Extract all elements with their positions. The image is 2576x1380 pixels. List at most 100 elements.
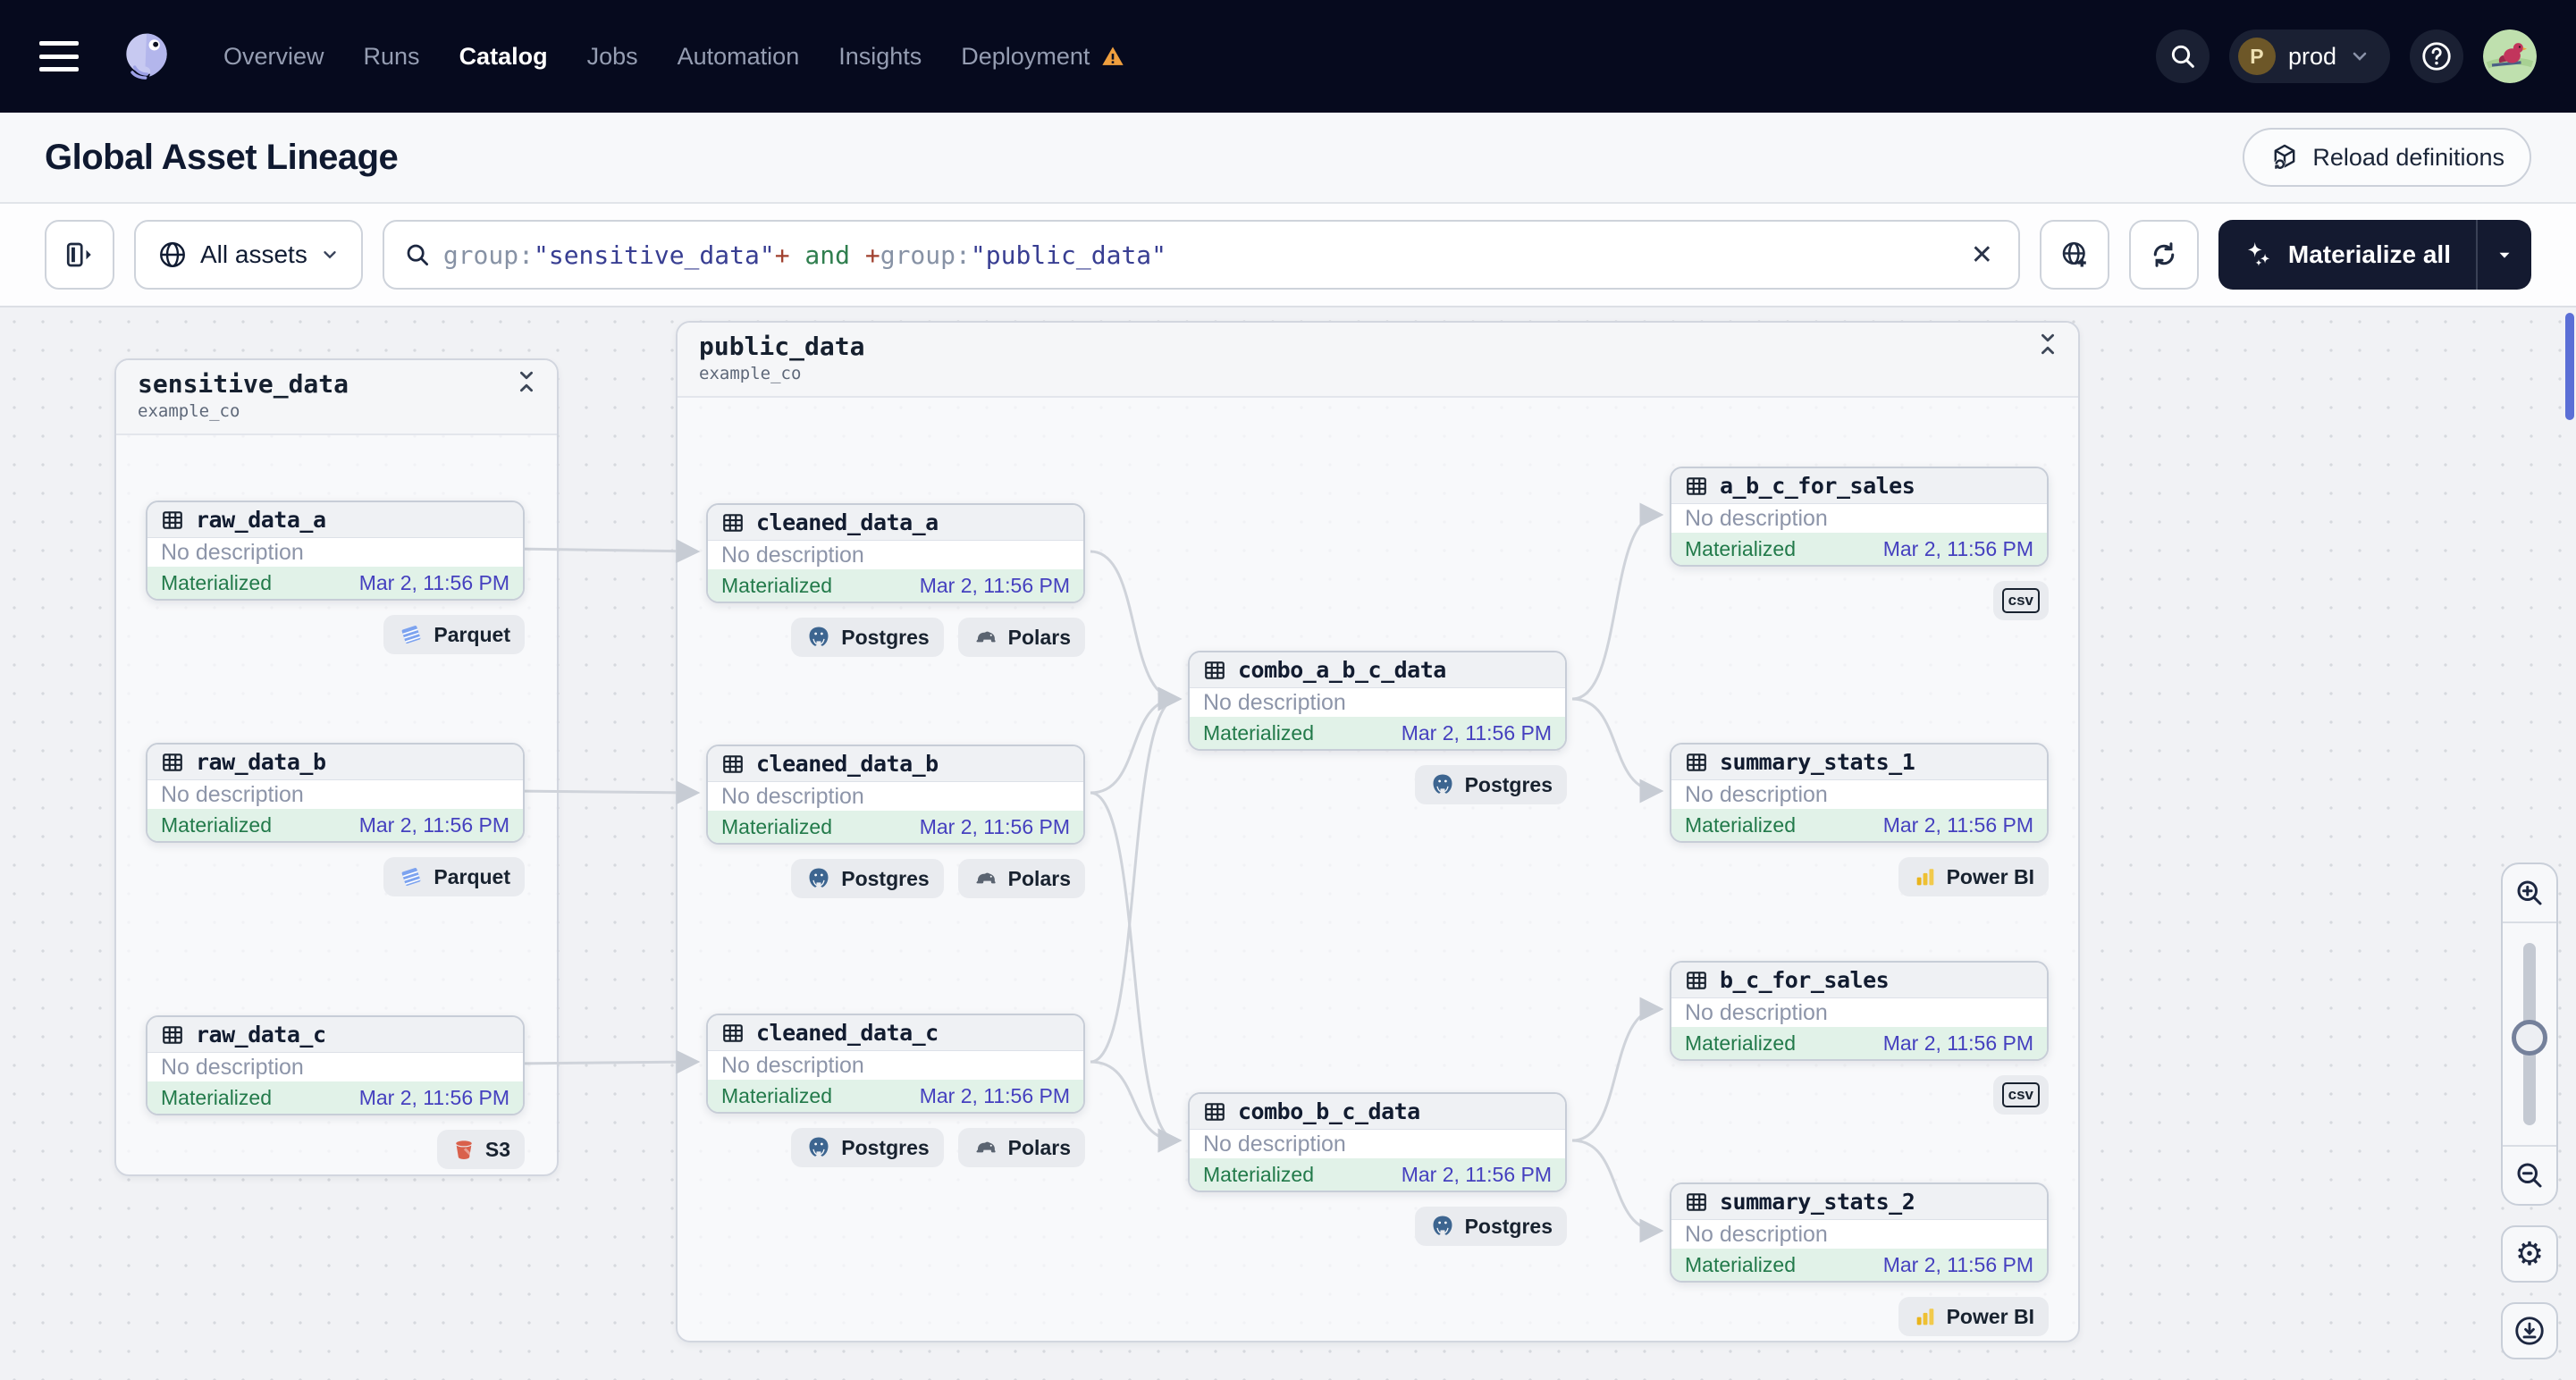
asset-node-raw_data_a[interactable]: raw_data_a No description Materialized M…	[146, 501, 525, 601]
tag-parquet[interactable]: Parquet	[383, 857, 525, 896]
zoom-in-icon[interactable]	[2503, 864, 2556, 923]
asset-status-bar[interactable]: Materialized Mar 2, 11:56 PM	[147, 1081, 523, 1114]
tag-label: Polars	[1007, 866, 1071, 890]
search-icon[interactable]	[2155, 29, 2210, 83]
asset-status-bar[interactable]: Materialized Mar 2, 11:56 PM	[1190, 1158, 1565, 1191]
zoom-out-icon[interactable]	[2503, 1145, 2556, 1204]
materialized-status: Materialized	[1685, 1031, 1796, 1055]
help-icon[interactable]	[2410, 29, 2463, 83]
asset-status-bar[interactable]: Materialized Mar 2, 11:56 PM	[708, 1080, 1083, 1112]
materialize-options-button[interactable]	[2476, 220, 2531, 290]
polars-icon	[976, 1141, 996, 1153]
group-header[interactable]: public_data example_co	[678, 323, 2078, 398]
materialize-all-button[interactable]: Materialize all	[2218, 220, 2531, 290]
asset-name: combo_a_b_c_data	[1238, 657, 1446, 683]
zoom-slider-thumb[interactable]	[2512, 1020, 2547, 1056]
user-avatar[interactable]	[2483, 29, 2537, 83]
tag-label: Postgres	[841, 1135, 930, 1159]
tag-powerbi[interactable]: Power BI	[1898, 1297, 2049, 1336]
asset-status-bar[interactable]: Materialized Mar 2, 11:56 PM	[708, 569, 1083, 602]
nav-item-runs[interactable]: Runs	[364, 43, 420, 71]
postgres-icon	[1433, 774, 1452, 794]
asset-node-combo_a_b_c_data[interactable]: combo_a_b_c_data No description Material…	[1188, 651, 1567, 751]
nav-right: P prod	[2155, 29, 2537, 83]
asset-node-raw_data_b[interactable]: raw_data_b No description Materialized M…	[146, 743, 525, 843]
asset-status-bar[interactable]: Materialized Mar 2, 11:56 PM	[1671, 533, 2047, 565]
settings-gear-icon[interactable]: ⚙	[2501, 1225, 2558, 1283]
materialized-timestamp: Mar 2, 11:56 PM	[919, 814, 1070, 838]
tag-polars[interactable]: Polars	[957, 859, 1085, 898]
asset-name: summary_stats_2	[1720, 1189, 1915, 1215]
tag-parquet[interactable]: Parquet	[383, 615, 525, 654]
asset-node-combo_b_c_data[interactable]: combo_b_c_data No description Materializ…	[1188, 1092, 1567, 1192]
deployment-initial: P	[2237, 38, 2276, 75]
tag-postgres[interactable]: Postgres	[1414, 1207, 1567, 1246]
asset-node-cleaned_data_b[interactable]: cleaned_data_b No description Materializ…	[706, 745, 1085, 845]
lineage-canvas[interactable]: ⚙ sensitive_data example_co public_data …	[0, 307, 2576, 1380]
tag-polars[interactable]: Polars	[957, 1128, 1085, 1167]
tag-label: Postgres	[841, 866, 930, 890]
asset-status-bar[interactable]: Materialized Mar 2, 11:56 PM	[1190, 717, 1565, 749]
nav-item-automation[interactable]: Automation	[678, 43, 800, 71]
refresh-button[interactable]	[2128, 220, 2199, 290]
nav-item-catalog[interactable]: Catalog	[459, 43, 548, 71]
tag-postgres[interactable]: Postgres	[791, 859, 944, 898]
download-icon[interactable]	[2501, 1302, 2558, 1359]
asset-status-bar[interactable]: Materialized Mar 2, 11:56 PM	[1671, 1027, 2047, 1059]
asset-node-a_b_c_for_sales[interactable]: a_b_c_for_sales No description Materiali…	[1670, 467, 2049, 567]
asset-name: raw_data_c	[196, 1022, 326, 1048]
collapse-group-icon[interactable]	[516, 369, 537, 394]
asset-node-cleaned_data_c[interactable]: cleaned_data_c No description Materializ…	[706, 1014, 1085, 1114]
nav-item-label: Jobs	[586, 42, 638, 70]
materialized-status: Materialized	[721, 1083, 832, 1107]
asset-tags-row: S3	[146, 1130, 525, 1169]
nav-item-deployment[interactable]: Deployment	[961, 43, 1125, 71]
asset-status-bar[interactable]: Materialized Mar 2, 11:56 PM	[147, 567, 523, 599]
group-repo-label: example_co	[138, 401, 240, 421]
tag-polars[interactable]: Polars	[957, 618, 1085, 657]
hamburger-icon[interactable]	[39, 41, 79, 72]
tag-s3[interactable]: S3	[436, 1130, 525, 1169]
asset-node-b_c_for_sales[interactable]: b_c_for_sales No description Materialize…	[1670, 961, 2049, 1061]
new-asset-selection-button[interactable]	[2039, 220, 2109, 290]
group-header[interactable]: sensitive_data example_co	[116, 360, 557, 435]
deployment-switcher[interactable]: P prod	[2228, 29, 2390, 83]
tag-csv[interactable]: csv	[1992, 1075, 2049, 1115]
nav-item-jobs[interactable]: Jobs	[587, 43, 638, 71]
parquet-icon	[402, 868, 421, 886]
asset-status-bar[interactable]: Materialized Mar 2, 11:56 PM	[147, 809, 523, 841]
asset-node-summary_stats_1[interactable]: summary_stats_1 No description Materiali…	[1670, 743, 2049, 843]
collapse-group-icon[interactable]	[2037, 332, 2058, 357]
zoom-control	[2501, 862, 2558, 1206]
materialize-all-label: Materialize all	[2287, 240, 2451, 268]
asset-status-bar[interactable]: Materialized Mar 2, 11:56 PM	[1671, 809, 2047, 841]
asset-status-bar[interactable]: Materialized Mar 2, 11:56 PM	[1671, 1249, 2047, 1281]
table-icon	[1205, 1102, 1225, 1121]
asset-node-header: raw_data_a	[147, 502, 523, 538]
asset-node-summary_stats_2[interactable]: summary_stats_2 No description Materiali…	[1670, 1182, 2049, 1283]
asset-node-cleaned_data_a[interactable]: cleaned_data_a No description Materializ…	[706, 503, 1085, 603]
zoom-slider[interactable]	[2503, 923, 2556, 1145]
canvas-scrollbar-thumb[interactable]	[2565, 313, 2574, 420]
asset-scope-selector[interactable]: All assets	[134, 220, 363, 290]
nav-item-insights[interactable]: Insights	[838, 43, 922, 71]
tag-powerbi[interactable]: Power BI	[1898, 857, 2049, 896]
collapse-panel-button[interactable]	[45, 220, 114, 290]
reload-definitions-button[interactable]: Reload definitions	[2243, 128, 2531, 187]
asset-tags-row: Power BI	[1670, 857, 2049, 896]
polars-icon	[976, 631, 996, 643]
asset-node-raw_data_c[interactable]: raw_data_c No description Materialized M…	[146, 1015, 525, 1115]
dagster-logo[interactable]	[118, 28, 175, 85]
nav-item-overview[interactable]: Overview	[223, 43, 324, 71]
tag-postgres[interactable]: Postgres	[791, 618, 944, 657]
tag-postgres[interactable]: Postgres	[1414, 765, 1567, 804]
tag-csv[interactable]: csv	[1992, 581, 2049, 620]
csv-icon: csv	[2001, 588, 2040, 613]
tag-postgres[interactable]: Postgres	[791, 1128, 944, 1167]
tag-label: S3	[484, 1137, 510, 1161]
asset-search-input[interactable]: group:"sensitive_data"+ and +group:"publ…	[382, 220, 2020, 290]
search-query-text[interactable]: group:"sensitive_data"+ and +group:"publ…	[443, 240, 1953, 270]
asset-status-bar[interactable]: Materialized Mar 2, 11:56 PM	[708, 811, 1083, 843]
clear-search-icon[interactable]: ✕	[1966, 234, 1999, 276]
asset-description: No description	[161, 1054, 304, 1080]
